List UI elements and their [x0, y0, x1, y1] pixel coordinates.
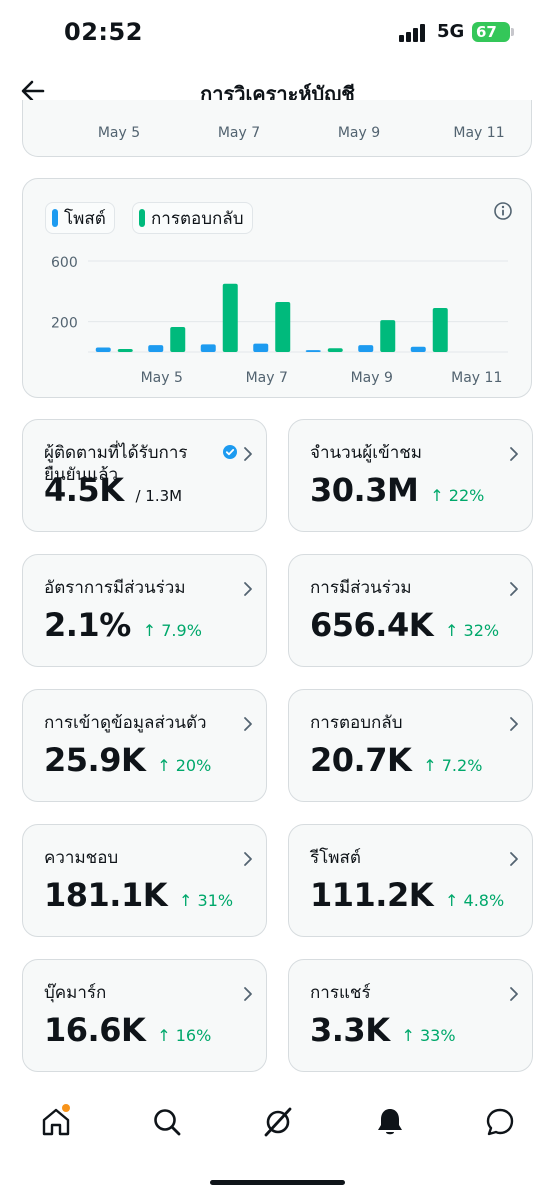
bottom-tab-bar — [0, 1090, 555, 1160]
messages-icon[interactable] — [484, 1106, 516, 1138]
bar-replies — [327, 348, 343, 352]
bar-replies — [170, 326, 186, 352]
x-tick-label: May 11 — [451, 370, 502, 386]
stat-value: 30.3M — [310, 471, 419, 509]
signal-icon — [399, 24, 429, 42]
stat-value: 16.6K — [44, 1011, 146, 1049]
stat-change: ↑ 16% — [157, 1026, 212, 1045]
chevron-right-icon — [510, 582, 518, 596]
chevron-right-icon — [510, 447, 518, 461]
bar-posts — [410, 346, 426, 352]
stat-value: 2.1% — [44, 606, 131, 644]
stat-change: ↑ 7.9% — [142, 621, 202, 640]
verified-badge-icon — [223, 445, 237, 459]
status-bar: 02:52 5G 67 — [0, 0, 555, 66]
bar-posts — [305, 350, 321, 352]
x-tick-label: May 5 — [141, 370, 183, 386]
stat-value: 656.4K — [310, 606, 434, 644]
notification-dot — [62, 1104, 70, 1112]
stat-value: 20.7K — [310, 741, 412, 779]
stat-value: 181.1K — [44, 876, 168, 914]
stat-change: ↑ 22% — [430, 486, 485, 505]
battery-tip — [511, 28, 514, 36]
chevron-right-icon — [510, 717, 518, 731]
stat-card-impressions[interactable]: จำนวนผู้เข้าชม 30.3M ↑ 22% — [288, 419, 533, 532]
stat-label: การตอบกลับ — [310, 713, 403, 733]
stat-label: รีโพสต์ — [310, 848, 361, 868]
x-tick-label: May 9 — [337, 125, 381, 141]
search-icon[interactable] — [151, 1106, 183, 1138]
stat-value: 4.5K — [44, 471, 124, 509]
stat-label: จำนวนผู้เข้าชม — [310, 443, 422, 463]
x-tick-label: May 7 — [246, 370, 288, 386]
bar-posts — [95, 347, 111, 352]
stat-label: ความชอบ — [44, 848, 119, 868]
stat-change: ↑ 4.8% — [445, 891, 505, 910]
bar-replies — [275, 301, 291, 352]
posts-replies-chart-card: โพสต์ การตอบกลับ 200 600 May 5 May 7 May 9 Ma… — [22, 178, 532, 398]
stat-label: บุ๊คมาร์ก — [44, 983, 107, 1003]
bar-posts — [358, 345, 374, 352]
chevron-right-icon — [510, 852, 518, 866]
bar-posts — [253, 343, 269, 352]
chevron-right-icon — [244, 987, 252, 1001]
stat-card-reposts[interactable]: รีโพสต์ 111.2K ↑ 4.8% — [288, 824, 533, 937]
stat-card-replies[interactable]: การตอบกลับ 20.7K ↑ 7.2% — [288, 689, 533, 802]
chevron-right-icon — [244, 852, 252, 866]
stat-change: ↑ 33% — [401, 1026, 456, 1045]
stat-card-verified-followers[interactable]: ผู้ติดตามที่ได้รับการยืนยันแล้ว 4.5K / 1… — [22, 419, 267, 532]
stat-card-bookmarks[interactable]: บุ๊คมาร์ก 16.6K ↑ 16% — [22, 959, 267, 1072]
previous-chart-card: May 5 May 7 May 9 May 11 — [22, 100, 532, 157]
y-tick-label: 200 — [51, 316, 78, 332]
bar-posts — [148, 345, 164, 352]
bar-replies — [117, 348, 133, 352]
chevron-right-icon — [244, 717, 252, 731]
battery-icon: 67 — [472, 22, 510, 42]
stat-label: การมีส่วนร่วม — [310, 578, 412, 598]
stat-card-engagement-rate[interactable]: อัตราการมีส่วนร่วม 2.1% ↑ 7.9% — [22, 554, 267, 667]
bar-posts — [200, 344, 216, 352]
stat-card-profile-visits[interactable]: การเข้าดูข้อมูลส่วนตัว 25.9K ↑ 20% — [22, 689, 267, 802]
stat-change: ↑ 20% — [157, 756, 212, 775]
bar-replies — [380, 320, 396, 352]
stat-card-likes[interactable]: ความชอบ 181.1K ↑ 31% — [22, 824, 267, 937]
bar-chart: 200 600 May 5 May 7 May 9 May 11 — [51, 255, 508, 386]
stat-change: ↑ 32% — [445, 621, 500, 640]
stat-label: การเข้าดูข้อมูลส่วนตัว — [44, 713, 207, 733]
stat-value: 111.2K — [310, 876, 434, 914]
chevron-right-icon — [244, 447, 252, 461]
stat-value: 3.3K — [310, 1011, 390, 1049]
grok-icon[interactable] — [262, 1106, 294, 1138]
bell-icon[interactable] — [374, 1106, 406, 1138]
stat-change: ↑ 31% — [179, 891, 234, 910]
x-tick-label: May 5 — [97, 125, 141, 141]
y-tick-label: 600 — [51, 255, 78, 271]
chevron-right-icon — [244, 582, 252, 596]
stat-value: 25.9K — [44, 741, 146, 779]
stat-total: / 1.3M — [135, 487, 183, 505]
chevron-right-icon — [510, 987, 518, 1001]
stat-change: ↑ 7.2% — [423, 756, 483, 775]
bar-replies — [222, 283, 238, 352]
network-type: 5G — [437, 21, 465, 42]
bar-replies — [432, 308, 448, 352]
x-tick-label: May 11 — [453, 125, 505, 141]
stat-label: การแชร์ — [310, 983, 371, 1003]
x-tick-label: May 9 — [351, 370, 393, 386]
status-time: 02:52 — [64, 18, 143, 46]
stat-card-engagements[interactable]: การมีส่วนร่วม 656.4K ↑ 32% — [288, 554, 533, 667]
x-tick-label: May 7 — [217, 125, 261, 141]
stat-label: อัตราการมีส่วนร่วม — [44, 578, 186, 598]
home-indicator — [210, 1180, 345, 1185]
stat-card-shares[interactable]: การแชร์ 3.3K ↑ 33% — [288, 959, 533, 1072]
